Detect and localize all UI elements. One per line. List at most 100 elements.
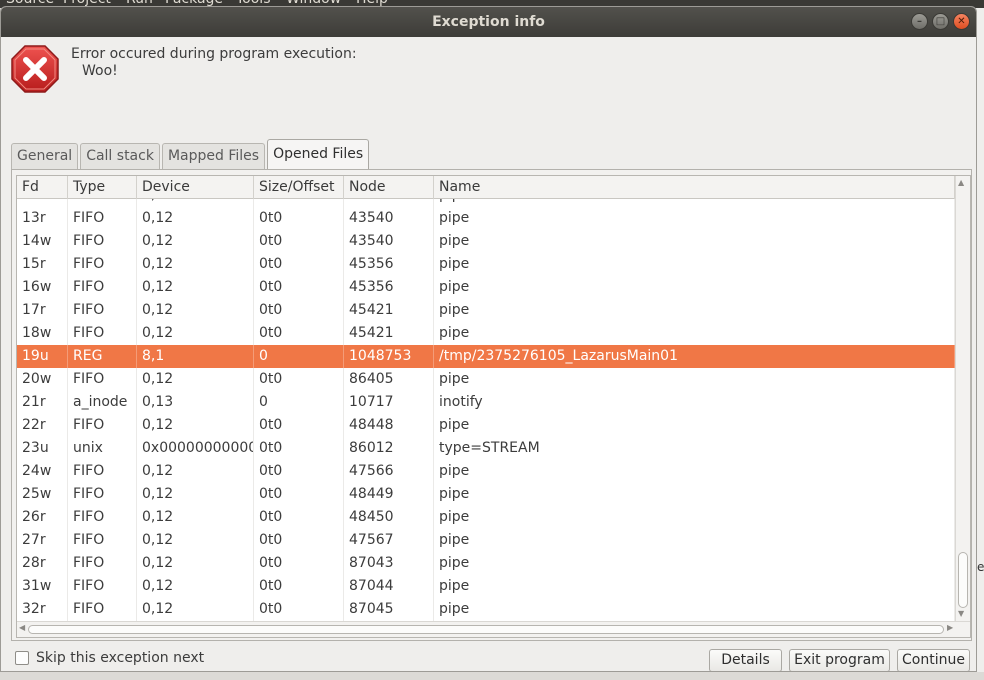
horizontal-scroll-thumb[interactable] [28, 625, 944, 634]
exit-program-button[interactable]: Exit program [789, 649, 890, 671]
table-row[interactable]: 17r FIFO 0,12 0t0 45421 pipe [17, 299, 955, 322]
column-header-fd[interactable]: Fd [17, 176, 68, 199]
cell-type: FIFO [68, 575, 137, 598]
cell-name: pipe [434, 598, 955, 621]
cell-name: pipe [434, 529, 955, 552]
table-row[interactable]: 18w FIFO 0,12 0t0 45421 pipe [17, 322, 955, 345]
scroll-right-icon[interactable]: ▶ [947, 623, 953, 632]
table-row[interactable]: 25w FIFO 0,12 0t0 48449 pipe [17, 483, 955, 506]
table-row[interactable]: 14w FIFO 0,12 0t0 43540 pipe [17, 230, 955, 253]
cell-size-offset: 0t0 [254, 414, 344, 437]
tab-opened-files[interactable]: Opened Files [267, 139, 370, 169]
cell-fd: 19u [17, 345, 68, 368]
cell-fd: 17r [17, 299, 68, 322]
cell-name: pipe [434, 483, 955, 506]
vertical-scrollbar[interactable]: ▲ ▼ [955, 176, 970, 621]
cell-size-offset: 0t0 [254, 575, 344, 598]
continue-button[interactable]: Continue [897, 649, 970, 671]
table-row[interactable]: 31w FIFO 0,12 0t0 87044 pipe [17, 575, 955, 598]
tab-mapped-files[interactable]: Mapped Files [161, 143, 266, 169]
cell-type: FIFO [68, 552, 137, 575]
column-header-type[interactable]: Type [68, 176, 137, 199]
table-row[interactable]: 12rFIFO0,120t086405pipe [17, 199, 955, 207]
cell-size-offset: 0t0 [254, 207, 344, 230]
cell-name: /tmp/2375276105_LazarusMain01 [434, 345, 955, 368]
tab-general[interactable]: General [11, 143, 79, 169]
skip-exception-checkbox[interactable] [15, 651, 29, 665]
table-row[interactable]: 28r FIFO 0,12 0t0 87043 pipe [17, 552, 955, 575]
cell-type: FIFO [68, 414, 137, 437]
cell-node: 47566 [344, 460, 434, 483]
scroll-down-icon[interactable]: ▼ [958, 609, 964, 618]
table-row[interactable]: 23uunix0x00000000000000000t086012type=ST… [17, 437, 955, 460]
exception-text: Woo! [82, 63, 118, 79]
cell-node: 45421 [344, 299, 434, 322]
table-row[interactable]: 21r a_inode 0,13 0 10717 inotify [17, 391, 955, 414]
cell-type: a_inode [68, 391, 137, 414]
error-header: Error occured during program execution: … [1, 37, 976, 137]
cell-device: 0,12 [137, 299, 254, 322]
cell-type: FIFO [68, 598, 137, 621]
table-row[interactable]: 13r FIFO 0,12 0t0 43540 pipe [17, 207, 955, 230]
cell-device: 0,12 [137, 199, 254, 207]
table-row[interactable]: 15r FIFO 0,12 0t0 45356 pipe [17, 253, 955, 276]
tab-call-stack[interactable]: Call stack [80, 143, 160, 169]
cell-size-offset: 0t0 [254, 506, 344, 529]
cell-node: 48450 [344, 506, 434, 529]
cell-node: 1048753 [344, 345, 434, 368]
cell-size-offset: 0t0 [254, 437, 344, 460]
vertical-scroll-thumb[interactable] [958, 552, 968, 608]
cell-fd: 12r [17, 199, 68, 207]
table-row[interactable]: 26r FIFO 0,12 0t0 48450 pipe [17, 506, 955, 529]
cell-device: 0,12 [137, 322, 254, 345]
cell-size-offset: 0 [254, 345, 344, 368]
close-icon[interactable]: ✕ [953, 13, 970, 30]
cell-device: 8,1 [137, 345, 254, 368]
column-header-device[interactable]: Device [137, 176, 254, 199]
horizontal-scrollbar[interactable]: ◀ ▶ [17, 621, 970, 637]
cell-type: REG [68, 345, 137, 368]
table-row[interactable]: 24w FIFO 0,12 0t0 47566 pipe [17, 460, 955, 483]
cell-node: 43540 [344, 207, 434, 230]
cell-name: pipe [434, 299, 955, 322]
cell-size-offset: 0 [254, 391, 344, 414]
table-row[interactable]: 20w FIFO 0,12 0t0 86405 pipe [17, 368, 955, 391]
column-header-size-offset[interactable]: Size/Offset [254, 176, 344, 199]
tab-panel-opened-files: FdTypeDeviceSize/OffsetNodeName 12rFIFO0… [11, 169, 972, 641]
cell-device: 0,12 [137, 575, 254, 598]
cell-name: pipe [434, 414, 955, 437]
scroll-up-icon[interactable]: ▲ [958, 178, 964, 187]
cell-device: 0,12 [137, 460, 254, 483]
maximize-icon[interactable]: □ [932, 13, 949, 30]
column-header-node[interactable]: Node [344, 176, 434, 199]
cell-name: pipe [434, 368, 955, 391]
cell-device: 0x0000000000000000 [137, 437, 254, 460]
cell-node: 87043 [344, 552, 434, 575]
table-row[interactable]: 32r FIFO 0,12 0t0 87045 pipe [17, 598, 955, 621]
title-bar[interactable]: Exception info – □ ✕ [1, 7, 976, 37]
cell-fd: 27r [17, 529, 68, 552]
column-header-name[interactable]: Name [434, 176, 955, 199]
cell-device: 0,12 [137, 598, 254, 621]
cell-size-offset: 0t0 [254, 552, 344, 575]
opened-files-grid[interactable]: FdTypeDeviceSize/OffsetNodeName 12rFIFO0… [16, 175, 971, 638]
table-row[interactable]: 19u REG 8,1 0 1048753/tmp/2375276105_Lazarus… [17, 345, 955, 368]
scroll-left-icon[interactable]: ◀ [19, 623, 25, 632]
cell-fd: 23u [17, 437, 68, 460]
cell-device: 0,12 [137, 253, 254, 276]
background-window-edge: e [976, 8, 984, 680]
details-button[interactable]: Details [709, 649, 782, 671]
table-row[interactable]: 27r FIFO 0,12 0t0 47567 pipe [17, 529, 955, 552]
cell-type: FIFO [68, 207, 137, 230]
cell-size-offset: 0t0 [254, 368, 344, 391]
cell-device: 0,12 [137, 414, 254, 437]
cell-name: pipe [434, 322, 955, 345]
minimize-icon[interactable]: – [911, 13, 928, 30]
table-row[interactable]: 16w FIFO 0,12 0t0 45356 pipe [17, 276, 955, 299]
cell-fd: 31w [17, 575, 68, 598]
skip-exception-option[interactable]: Skip this exception next [15, 650, 204, 666]
skip-exception-label: Skip this exception next [36, 650, 205, 666]
error-message: Error occured during program execution: [71, 46, 357, 62]
table-row[interactable]: 22r FIFO 0,12 0t0 48448 pipe [17, 414, 955, 437]
cell-node: 87044 [344, 575, 434, 598]
